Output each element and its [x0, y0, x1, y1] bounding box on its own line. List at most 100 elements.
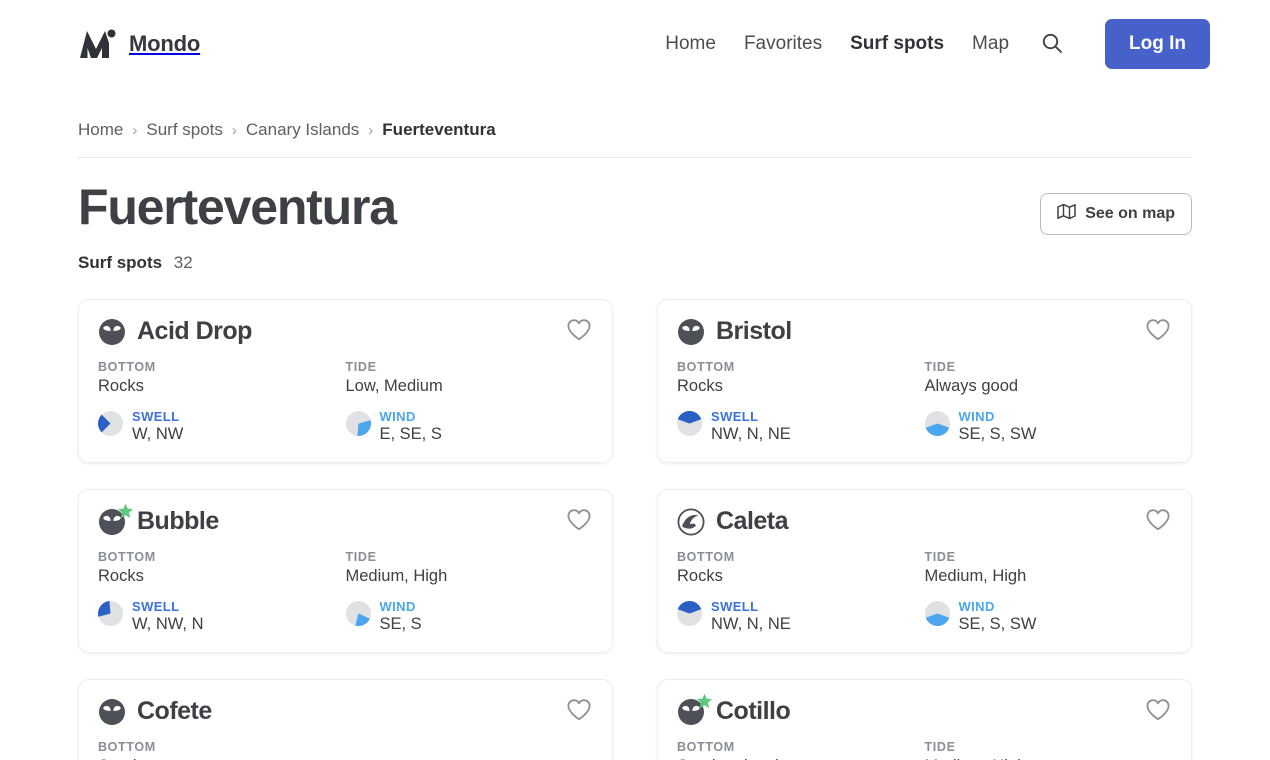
wind-value: SE, S, SW	[959, 425, 1037, 444]
bottom-label: BOTTOM	[677, 740, 925, 754]
wind-direction-dial	[925, 409, 950, 441]
wind-label: WIND	[959, 599, 1037, 614]
login-button[interactable]: Log In	[1105, 19, 1210, 69]
bottom-label: BOTTOM	[98, 740, 346, 754]
spot-attributes: BOTTOMRocksTIDELow, Medium	[98, 360, 593, 396]
swell-condition: SWELLNW, N, NE	[677, 599, 925, 634]
breadcrumb-separator: ›	[232, 122, 237, 139]
breadcrumb-item-fuerteventura: Fuerteventura	[382, 120, 495, 140]
wind-condition: WINDSE, S	[346, 599, 594, 634]
tide-label: TIDE	[346, 360, 594, 374]
swell-direction-dial	[98, 409, 123, 441]
swell-direction-dial	[677, 599, 702, 631]
map-icon	[1057, 203, 1076, 225]
nav-item-map[interactable]: Map	[972, 33, 1009, 55]
tide-attribute: TIDE Medium, High	[925, 550, 1173, 586]
heart-outline-icon	[566, 698, 592, 725]
tide-value: Medium, High	[925, 567, 1173, 586]
surf-spot-card[interactable]: Acid DropBOTTOMRocksTIDELow, MediumSWELL…	[78, 299, 613, 463]
card-header: Acid Drop	[98, 317, 593, 346]
surf-spot-card[interactable]: BristolBOTTOMRocksTIDEAlways goodSWELLNW…	[657, 299, 1192, 463]
swell-condition: SWELLW, NW	[98, 409, 346, 444]
site-header: Mondo Home Favorites Surf spots Map Log …	[0, 0, 1270, 88]
tide-value: Medium, High	[346, 567, 594, 586]
swell-condition: SWELLNW, N, NE	[677, 409, 925, 444]
favorite-button[interactable]	[565, 698, 593, 726]
heart-outline-icon	[1145, 698, 1171, 725]
heart-outline-icon	[566, 508, 592, 535]
surf-spot-card[interactable]: Cotillo BOTTOMSand and rocksTIDEMedium, H…	[657, 679, 1192, 760]
tide-attribute: TIDE Low, Medium	[346, 360, 594, 396]
bottom-attribute: BOTTOMRocks	[98, 550, 346, 586]
wind-label: WIND	[380, 409, 442, 424]
tide-label: TIDE	[925, 360, 1173, 374]
bottom-value: Rocks	[677, 567, 925, 586]
wind-value: SE, S	[380, 615, 422, 634]
heart-outline-icon	[566, 318, 592, 345]
swell-label: SWELL	[711, 409, 791, 424]
brand-name: Mondo	[129, 31, 200, 57]
card-header: Caleta	[677, 507, 1172, 536]
bottom-attribute: BOTTOMSand and rocks	[677, 740, 925, 760]
search-icon	[1040, 31, 1064, 58]
tide-attribute: TIDEAlways good	[925, 360, 1173, 396]
favorite-button[interactable]	[1144, 508, 1172, 536]
card-header: Cotillo	[677, 697, 1172, 726]
surf-spot-card[interactable]: Caleta BOTTOMRocksTIDE Medium, HighSWELLNW…	[657, 489, 1192, 653]
breadcrumb-item-canary-islands[interactable]: Canary Islands	[246, 120, 359, 140]
spot-attributes: BOTTOMRocksTIDE Medium, High	[677, 550, 1172, 586]
spot-name: Bristol	[716, 317, 792, 346]
favorite-button[interactable]	[1144, 318, 1172, 346]
favorite-button[interactable]	[565, 508, 593, 536]
beach-break-icon	[677, 318, 705, 346]
swell-label: SWELL	[132, 599, 204, 614]
surf-spot-card[interactable]: CofeteBOTTOMSandSWELLNW, N, NEWINDSE, S,…	[78, 679, 613, 760]
search-button[interactable]	[1039, 31, 1065, 57]
see-on-map-label: See on map	[1085, 205, 1175, 223]
reef-break-icon	[677, 508, 705, 536]
wind-label: WIND	[959, 409, 1037, 424]
breadcrumb-item-home[interactable]: Home	[78, 120, 123, 140]
breadcrumb: Home › Surf spots › Canary Islands › Fue…	[0, 88, 1270, 140]
spot-attributes: BOTTOMSand and rocksTIDEMedium, High	[677, 740, 1172, 760]
favorite-button[interactable]	[1144, 698, 1172, 726]
main-nav: Home Favorites Surf spots Map Log In	[665, 19, 1210, 69]
nav-item-home[interactable]: Home	[665, 33, 716, 55]
bottom-label: BOTTOM	[98, 360, 346, 374]
tide-label: TIDE	[346, 550, 594, 564]
tide-label: TIDE	[925, 740, 1173, 754]
wind-direction-dial	[346, 599, 371, 631]
bottom-attribute: BOTTOMSand	[98, 740, 346, 760]
swell-condition: SWELLW, NW, N	[98, 599, 346, 634]
spot-name: Bubble	[137, 507, 219, 536]
beach-break-icon	[98, 698, 126, 726]
brand-logo[interactable]: Mondo	[78, 27, 200, 61]
bottom-attribute: BOTTOMRocks	[677, 550, 925, 586]
heart-outline-icon	[1145, 508, 1171, 535]
swell-label: SWELL	[132, 409, 183, 424]
card-header: Bubble	[98, 507, 593, 536]
nav-item-surf-spots[interactable]: Surf spots	[850, 33, 944, 55]
wind-direction-dial	[346, 409, 371, 441]
see-on-map-button[interactable]: See on map	[1040, 193, 1192, 235]
spot-name: Caleta	[716, 507, 788, 536]
breadcrumb-item-surf-spots[interactable]: Surf spots	[146, 120, 223, 140]
spot-count: Surf spots 32	[0, 235, 1270, 273]
spot-conditions: SWELLW, NWWINDE, SE, S	[98, 409, 593, 444]
spot-conditions: SWELLNW, N, NEWINDSE, S, SW	[677, 599, 1172, 634]
surf-spot-card[interactable]: BubbleBOTTOMRocksTIDEMedium, HighSWELLW,…	[78, 489, 613, 653]
spot-conditions: SWELLNW, N, NE WINDSE, S, SW	[677, 409, 1172, 444]
tide-label: TIDE	[925, 550, 1173, 564]
card-header: Cofete	[98, 697, 593, 726]
spot-count-value: 32	[174, 253, 193, 272]
tide-attribute	[346, 740, 594, 760]
breadcrumb-separator: ›	[368, 122, 373, 139]
spot-name: Cofete	[137, 697, 212, 726]
wind-condition: WINDE, SE, S	[346, 409, 594, 444]
favorite-button[interactable]	[565, 318, 593, 346]
swell-value: W, NW, N	[132, 615, 204, 634]
nav-item-favorites[interactable]: Favorites	[744, 33, 822, 55]
tide-value: Low, Medium	[346, 377, 594, 396]
bottom-label: BOTTOM	[98, 550, 346, 564]
beach-break-icon	[98, 318, 126, 346]
